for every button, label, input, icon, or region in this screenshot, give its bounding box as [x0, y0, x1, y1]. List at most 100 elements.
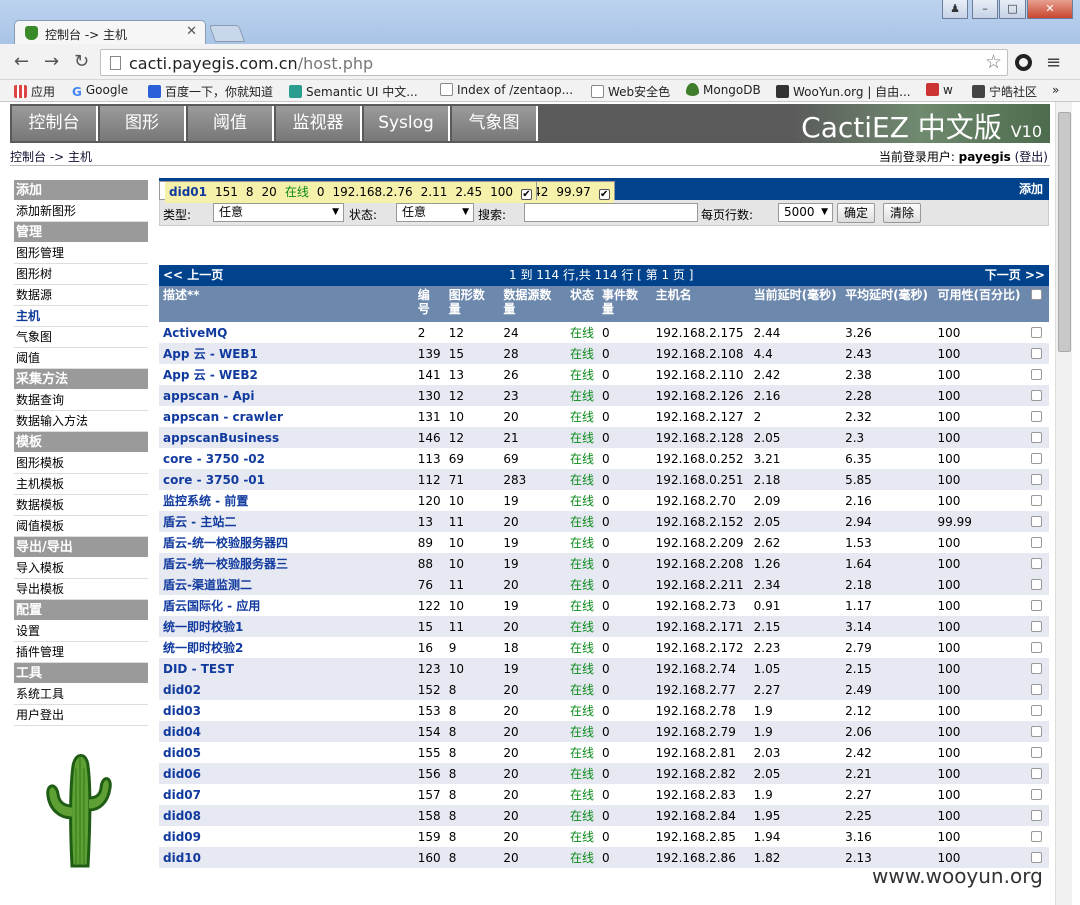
- row-select-cell[interactable]: [1026, 364, 1049, 385]
- sidebar-item[interactable]: 图形模板: [14, 453, 148, 474]
- sidebar-item[interactable]: 设置: [14, 621, 148, 642]
- host-description[interactable]: core - 3750 -01: [159, 469, 414, 490]
- minimize-icon[interactable]: –: [972, 0, 998, 19]
- host-description[interactable]: appscan - Api: [159, 385, 414, 406]
- row-checkbox[interactable]: ✔: [598, 189, 610, 200]
- host-description[interactable]: did08: [159, 805, 414, 826]
- row-checkbox[interactable]: [1030, 368, 1042, 380]
- new-tab-button[interactable]: [208, 25, 246, 42]
- sidebar-item[interactable]: 图形管理: [14, 243, 148, 264]
- row-select-cell[interactable]: [1026, 700, 1049, 721]
- extension-icon[interactable]: [1015, 54, 1032, 71]
- close-tab-icon[interactable]: ✕: [186, 24, 197, 39]
- sidebar-item[interactable]: 阈值: [14, 348, 148, 369]
- bookmark-star-icon[interactable]: ☆: [985, 51, 1002, 73]
- bookmark-wooyun[interactable]: WooYun.org | 自由...: [776, 83, 911, 100]
- row-select-cell[interactable]: [1026, 448, 1049, 469]
- row-checkbox[interactable]: [1030, 725, 1042, 737]
- logout-link[interactable]: (登出): [1015, 150, 1048, 164]
- table-row[interactable]: did03 153 8 20 在线 0 192.168.2.78 1.9 2.12 100: [159, 700, 1049, 721]
- table-row[interactable]: core - 3750 -02 113 69 69 在线 0 192.168.0.252 3.…: [159, 448, 1049, 469]
- host-description[interactable]: did06: [159, 763, 414, 784]
- row-select-cell[interactable]: [1026, 427, 1049, 448]
- table-row[interactable]: core - 3750 -01 112 71 283 在线 0 192.168.0.251 2…: [159, 469, 1049, 490]
- tab-thresholds[interactable]: 阈值: [188, 106, 274, 141]
- sidebar-item[interactable]: 数据输入方法: [14, 411, 148, 432]
- select-all-checkbox[interactable]: [1030, 289, 1042, 300]
- host-description[interactable]: did05: [159, 742, 414, 763]
- host-description[interactable]: core - 3750 -02: [159, 448, 414, 469]
- bookmark-semantic[interactable]: Semantic UI 中文...: [289, 83, 418, 100]
- table-row[interactable]: did02 152 8 20 在线 0 192.168.2.77 2.27 2.49 100: [159, 679, 1049, 700]
- host-description[interactable]: App 云 - WEB1: [159, 343, 414, 364]
- table-row[interactable]: App 云 - WEB2 141 13 26 在线 0 192.168.2.110 2.42 2…: [159, 364, 1049, 385]
- host-description[interactable]: App 云 - WEB2: [159, 364, 414, 385]
- tab-monitor[interactable]: 监视器: [276, 106, 362, 141]
- row-checkbox[interactable]: [1030, 536, 1042, 548]
- host-description[interactable]: 盾云 - 主站二: [159, 511, 414, 532]
- host-description[interactable]: 盾云-统一校验服务器四: [159, 532, 414, 553]
- table-row[interactable]: 盾云 - 主站二 13 11 20 在线 0 192.168.2.152 2.05 2.94 99…: [159, 511, 1049, 532]
- row-select-cell[interactable]: [1026, 574, 1049, 595]
- row-select-cell[interactable]: [1026, 805, 1049, 826]
- row-select-cell[interactable]: [1026, 532, 1049, 553]
- bookmark-google[interactable]: G Google: [72, 83, 128, 99]
- close-window-icon[interactable]: ✕: [1027, 0, 1073, 19]
- host-description[interactable]: 监控系统 - 前置: [159, 490, 414, 511]
- status-select[interactable]: 任意 ▼: [396, 203, 474, 222]
- tab-console[interactable]: 控制台: [12, 106, 98, 141]
- sidebar-item[interactable]: 图形树: [14, 264, 148, 285]
- row-checkbox[interactable]: [1030, 620, 1042, 632]
- bookmark-websafe[interactable]: Web安全色: [591, 83, 670, 100]
- sidebar-item[interactable]: 数据源: [14, 285, 148, 306]
- row-checkbox[interactable]: [1030, 830, 1042, 842]
- table-row[interactable]: did04 154 8 20 在线 0 192.168.2.79 1.9 2.06 100: [159, 721, 1049, 742]
- table-row[interactable]: App 云 - WEB1 139 15 28 在线 0 192.168.2.108 4.4 2.…: [159, 343, 1049, 364]
- col-events[interactable]: 事件数量: [598, 286, 652, 322]
- sidebar-item[interactable]: 数据模板: [14, 495, 148, 516]
- type-select[interactable]: 任意 ▼: [213, 203, 344, 222]
- row-select-cell[interactable]: [1026, 637, 1049, 658]
- row-checkbox[interactable]: [1030, 746, 1042, 758]
- row-checkbox[interactable]: [1030, 473, 1042, 485]
- host-description[interactable]: did04: [159, 721, 414, 742]
- table-row[interactable]: 盾云-渠道监测二 76 11 20 在线 0 192.168.2.211 2.34 2.18 10…: [159, 574, 1049, 595]
- col-availability[interactable]: 可用性(百分比): [933, 286, 1027, 322]
- table-row[interactable]: DID - TEST 123 10 19 在线 0 192.168.2.74 1.05 2.15…: [159, 658, 1049, 679]
- bookmark-w3[interactable]: w: [926, 83, 953, 97]
- col-description[interactable]: 描述**: [159, 286, 414, 322]
- col-status[interactable]: 状态: [566, 286, 599, 322]
- row-select-cell[interactable]: [1026, 679, 1049, 700]
- col-avg-latency[interactable]: 平均延时(毫秒): [841, 286, 934, 322]
- host-description[interactable]: did03: [159, 700, 414, 721]
- row-checkbox[interactable]: [1030, 767, 1042, 779]
- table-row[interactable]: did08 158 8 20 在线 0 192.168.2.84 1.95 2.25 100: [159, 805, 1049, 826]
- col-graphs[interactable]: 图形数量: [444, 286, 500, 322]
- table-row[interactable]: did01 151 8 20 在线 0 192.168.2.76 2.11 2.45 100 ✔: [159, 181, 537, 203]
- host-description[interactable]: DID - TEST: [159, 658, 414, 679]
- table-row[interactable]: appscanBusiness 146 12 21 在线 0 192.168.2.128 2.…: [159, 427, 1049, 448]
- sidebar-item[interactable]: 阈值模板: [14, 516, 148, 537]
- host-description[interactable]: 统一即时校验2: [159, 637, 414, 658]
- sidebar-item[interactable]: 导入模板: [14, 558, 148, 579]
- row-checkbox[interactable]: [1030, 662, 1042, 674]
- row-select-cell[interactable]: [1026, 322, 1049, 343]
- page-scrollbar[interactable]: [1055, 102, 1072, 905]
- row-checkbox[interactable]: [1030, 494, 1042, 506]
- host-description[interactable]: appscan - crawler: [159, 406, 414, 427]
- sidebar-item[interactable]: 气象图: [14, 327, 148, 348]
- row-select-cell[interactable]: [1026, 595, 1049, 616]
- address-bar[interactable]: cacti.payegis.com.cn/host.php ☆: [100, 49, 1008, 76]
- clear-button[interactable]: 清除: [883, 203, 922, 223]
- browser-tab[interactable]: 控制台 -> 主机 ✕: [14, 20, 206, 45]
- scrollbar-thumb[interactable]: [1058, 112, 1071, 352]
- table-row[interactable]: did07 157 8 20 在线 0 192.168.2.83 1.9 2.27 100: [159, 784, 1049, 805]
- host-description[interactable]: 统一即时校验1: [159, 616, 414, 637]
- row-checkbox[interactable]: [1030, 809, 1042, 821]
- row-checkbox[interactable]: [1030, 557, 1042, 569]
- maximize-icon[interactable]: □: [999, 0, 1026, 19]
- prev-page-link[interactable]: << 上一页: [163, 265, 223, 286]
- col-hostname[interactable]: 主机名: [651, 286, 750, 322]
- row-checkbox[interactable]: [1030, 347, 1042, 359]
- sidebar-item[interactable]: 主机: [14, 306, 148, 327]
